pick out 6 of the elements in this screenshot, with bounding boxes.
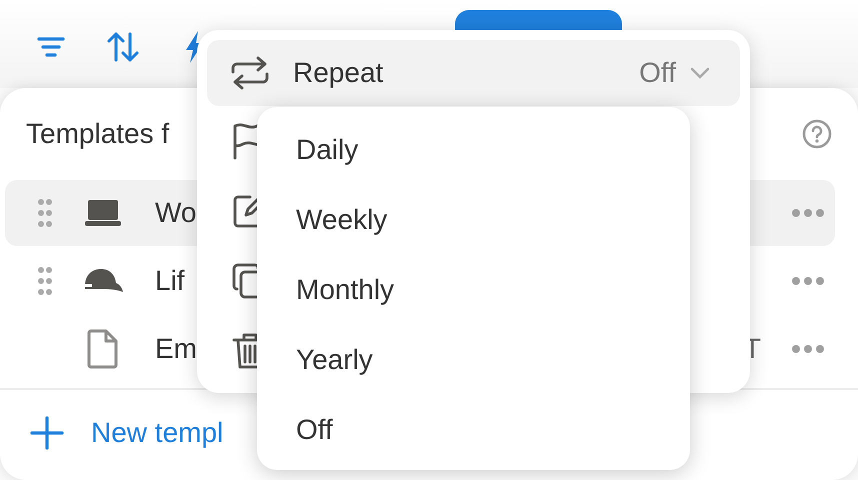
repeat-label: Repeat	[293, 57, 384, 89]
repeat-value: Off	[639, 57, 676, 89]
template-name: Em	[155, 333, 197, 365]
template-name: Lif	[155, 265, 185, 297]
template-name: Wo	[155, 197, 196, 229]
panel-title: Templates f	[26, 118, 170, 150]
